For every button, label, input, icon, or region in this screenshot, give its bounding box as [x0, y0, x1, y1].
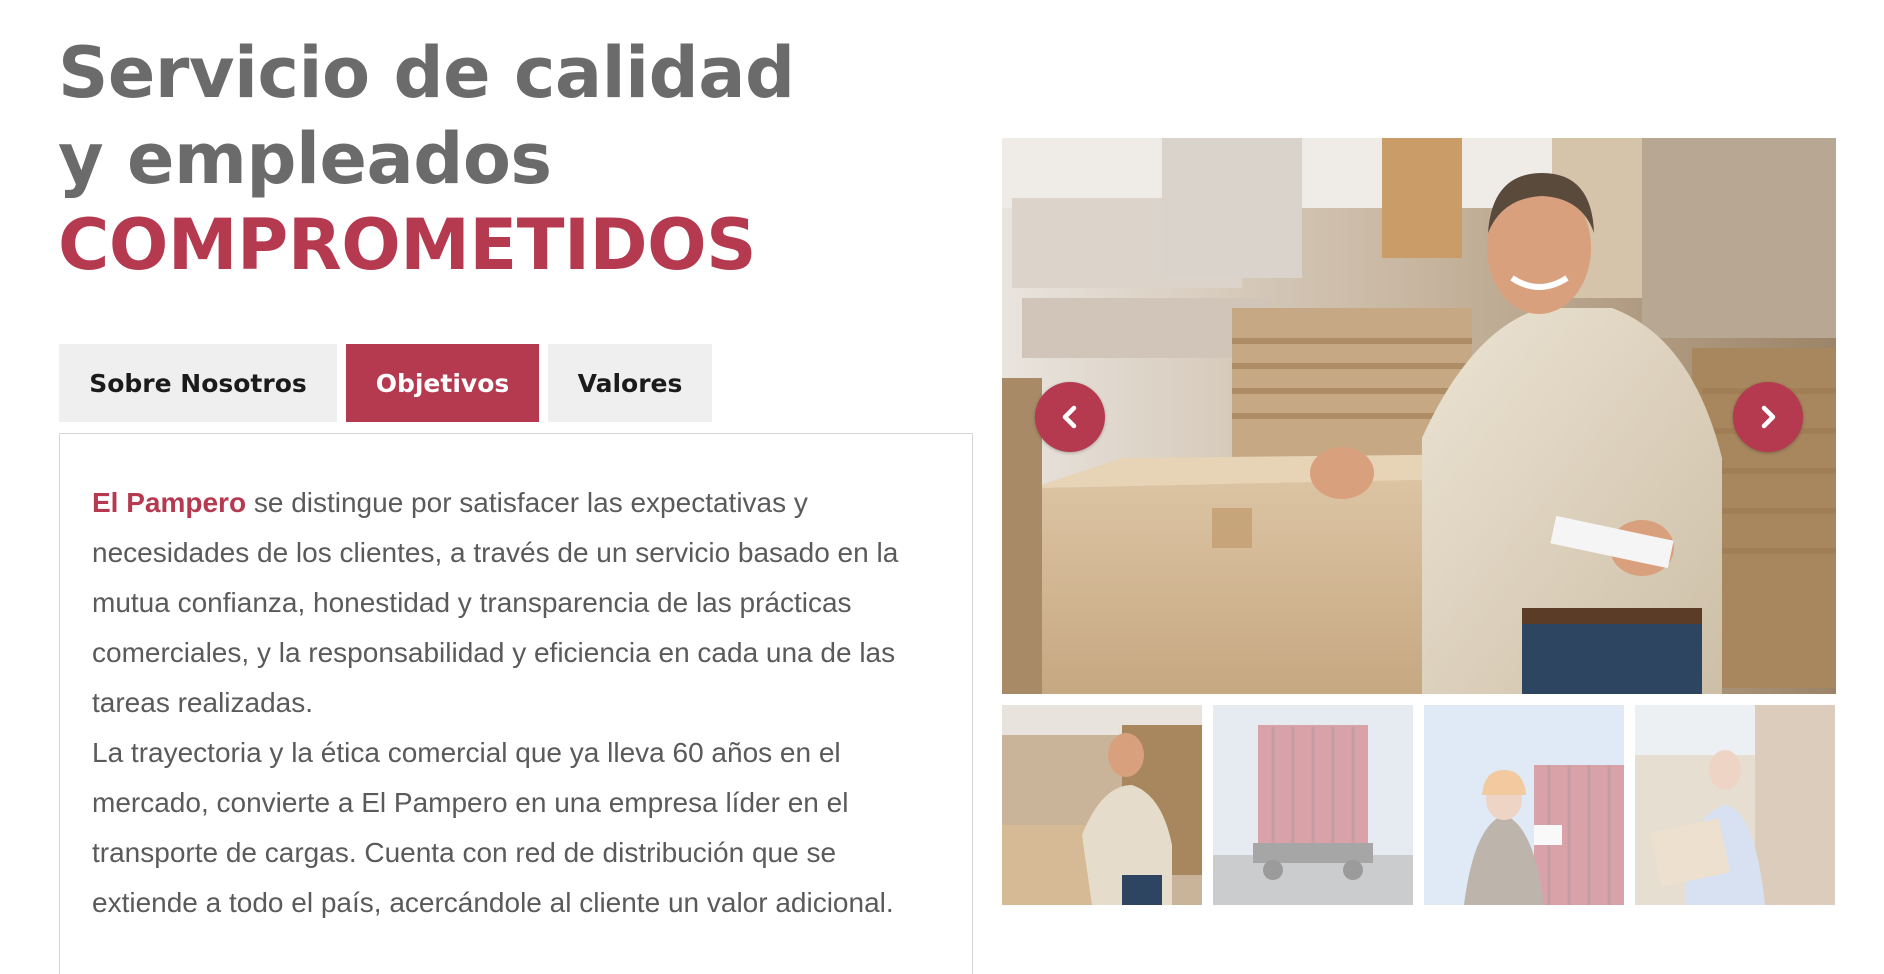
thumbnail-truck[interactable] [1213, 705, 1413, 905]
content-paragraph-1: El Pampero se distingue por satisfacer l… [92, 478, 940, 728]
content-paragraph-2: La trayectoria y la ética comercial que … [92, 737, 894, 918]
paragraph-1-text: se distingue por satisfacer las expectat… [92, 487, 899, 718]
thumbnail-warehouse-worker[interactable] [1002, 705, 1202, 905]
page-heading: Servicio de calidad y empleados COMPROME… [58, 30, 795, 288]
heading-line-1: Servicio de calidad [58, 32, 795, 114]
chevron-right-icon [1761, 405, 1776, 429]
carousel-prev-button[interactable] [1035, 382, 1105, 452]
thumbnail-man-carrying-box[interactable] [1635, 705, 1835, 905]
heading-line-3: COMPROMETIDOS [58, 204, 757, 286]
brand-name: El Pampero [92, 487, 247, 518]
thumbnail-image [1635, 705, 1835, 905]
tab-sobre-nosotros[interactable]: Sobre Nosotros [59, 344, 337, 422]
thumbnail-image [1213, 705, 1413, 905]
warehouse-worker-photo [1002, 138, 1836, 694]
chevron-left-icon [1062, 405, 1077, 429]
carousel-main-slide [1002, 138, 1836, 694]
thumbnail-hardhat-worker[interactable] [1424, 705, 1624, 905]
carousel-thumbnails [1002, 705, 1836, 905]
thumbnail-image [1424, 705, 1624, 905]
tab-bar: Sobre Nosotros Objetivos Valores [59, 344, 721, 422]
tab-valores[interactable]: Valores [548, 344, 712, 422]
tab-content-panel: El Pampero se distingue por satisfacer l… [59, 433, 973, 974]
heading-line-2: y empleados [58, 118, 552, 200]
carousel-next-button[interactable] [1733, 382, 1803, 452]
thumbnail-image [1002, 705, 1202, 905]
tab-objetivos[interactable]: Objetivos [346, 344, 539, 422]
